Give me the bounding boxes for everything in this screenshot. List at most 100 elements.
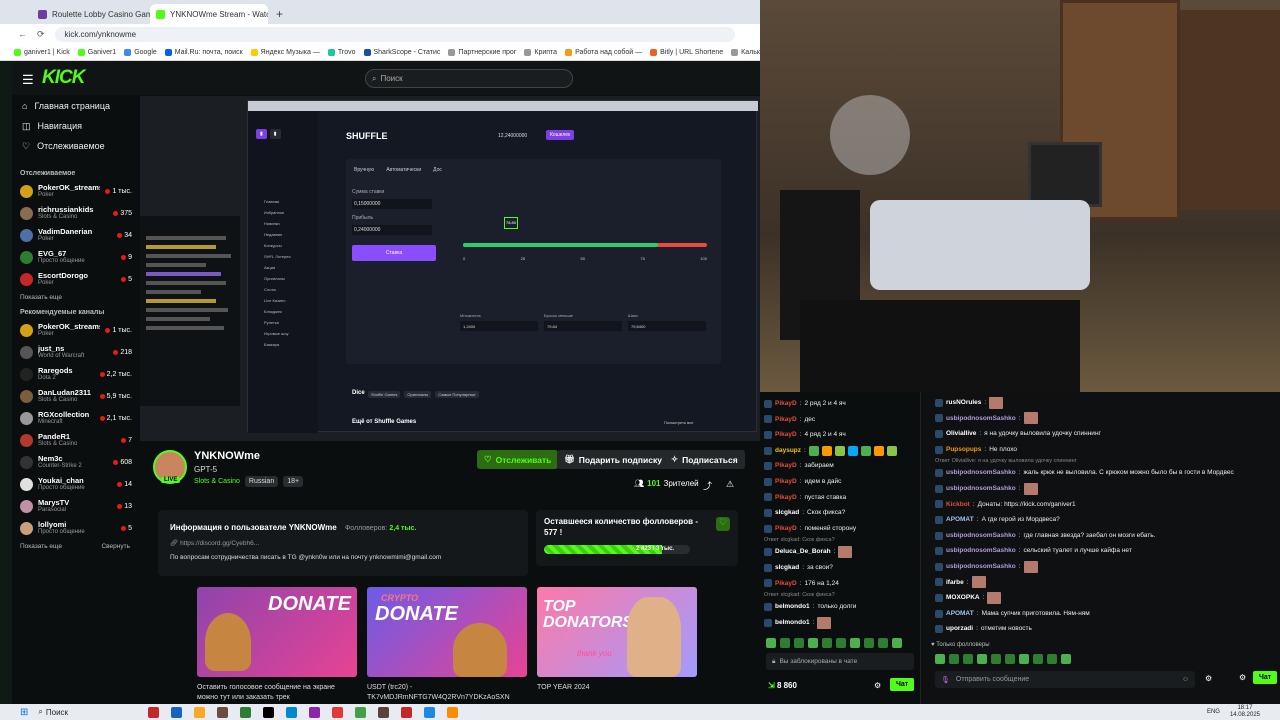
taskbar-app-icon[interactable]	[148, 706, 160, 718]
chat-username[interactable]: daysupz	[775, 443, 801, 459]
taskbar-app-icon[interactable]	[309, 706, 321, 718]
bookmark-item[interactable]: Mail.Ru: почта, поиск	[164, 48, 243, 56]
channel-list-item[interactable]: PokerOK_streams Poker 1 тыс.	[12, 319, 140, 341]
emote-icon[interactable]	[780, 638, 790, 648]
nav-home[interactable]: ⌂ Главная страница	[12, 96, 140, 116]
bookmark-item[interactable]: Google	[124, 48, 157, 56]
taskbar-app-icon[interactable]	[424, 706, 436, 718]
taskbar-search[interactable]: ⌕ Поиск	[38, 707, 138, 717]
emote-icon[interactable]	[766, 638, 776, 648]
gear-icon[interactable]: ⚙	[1239, 673, 1246, 682]
channel-list-item[interactable]: PandeR1 Slots & Casino 7	[12, 429, 140, 451]
channel-name[interactable]: YNKNOWme	[194, 450, 260, 462]
kick-logo[interactable]: KICK	[42, 67, 85, 89]
bookmark-item[interactable]: Ganiver1	[77, 48, 116, 56]
chat-settings-icon[interactable]: ⚙	[1205, 674, 1212, 683]
channel-list-item[interactable]: Nem3c Counter-Strike 2 608	[12, 451, 140, 473]
chat-username[interactable]: PikayD	[775, 474, 797, 490]
chat-send-button[interactable]: Чат	[890, 678, 915, 691]
report-icon[interactable]: ⚠	[726, 479, 734, 490]
emote-icon[interactable]	[949, 654, 959, 664]
search-input[interactable]: ⌕ Поиск	[365, 69, 573, 88]
chat-username[interactable]: PikayD	[775, 427, 797, 443]
language-indicator[interactable]: ENG	[1207, 709, 1220, 715]
panel-donate-crypto[interactable]: CRYPTO DONATE	[367, 587, 527, 677]
channel-list-item[interactable]: DanLudan2311 Slots & Casino 5,9 тыс.	[12, 385, 140, 407]
taskbar-app-icon[interactable]	[263, 706, 275, 718]
bookmark-item[interactable]: Работа над собой —	[565, 48, 642, 56]
nav-following[interactable]: ♡ Отслеживаемое	[12, 136, 140, 156]
channel-list-item[interactable]: Raregods Dota 2 2,2 тыс.	[12, 363, 140, 385]
chat-username[interactable]: АРОМАТ	[946, 512, 974, 528]
chat-username[interactable]: ifarbe	[946, 575, 964, 591]
gift-sub-button[interactable]: 🎁︎ Подарить подписку	[557, 450, 669, 469]
emote-icon[interactable]	[794, 638, 804, 648]
taskbar-app-icon[interactable]	[332, 706, 344, 718]
taskbar-app-icon[interactable]	[378, 706, 390, 718]
channel-points[interactable]: ⇲ 8 860	[768, 681, 797, 690]
browser-tab-kick[interactable]: YNKNOWme Stream - Watch ✕	[150, 4, 268, 24]
chat-username[interactable]: slcgkad	[775, 505, 799, 521]
menu-icon[interactable]: ☰	[22, 72, 34, 88]
bookmark-item[interactable]: SharkScope - Статис	[363, 48, 440, 56]
emote-icon[interactable]	[864, 638, 874, 648]
discord-link[interactable]: 🔗︎ https://discord.gg/Cyebh6...	[170, 539, 259, 547]
emote-icon[interactable]	[1047, 654, 1057, 664]
chat-send-button-right[interactable]: Чат	[1253, 671, 1278, 684]
channel-list-item[interactable]: VadimDanerian Poker 34	[12, 224, 140, 246]
chat-username[interactable]: PikayD	[775, 521, 797, 537]
chat-username[interactable]: PikayD	[775, 490, 797, 506]
chat-username[interactable]: АРОМАТ	[946, 606, 974, 622]
emote-icon[interactable]	[836, 638, 846, 648]
taskbar-app-icon[interactable]	[171, 706, 183, 718]
emote-icon[interactable]	[935, 654, 945, 664]
chat-username[interactable]: MOXOPKA	[946, 590, 980, 606]
chat-username[interactable]: PikayD	[775, 458, 797, 474]
taskbar-app-icon[interactable]	[240, 706, 252, 718]
panel-top-donators[interactable]: TOP DONATORS thank you	[537, 587, 697, 677]
emote-icon[interactable]	[878, 638, 888, 648]
bookmark-item[interactable]: Bitly | URL Shortene	[650, 48, 723, 56]
emote-icon[interactable]	[808, 638, 818, 648]
emote-icon[interactable]	[892, 638, 902, 648]
channel-list-item[interactable]: PokerOK_streams Poker 1 тыс.	[12, 180, 140, 202]
channel-list-item[interactable]: RGXcollection Minecraft 2,1 тыс.	[12, 407, 140, 429]
chat-username[interactable]: usbipodnosomSashko	[946, 465, 1016, 481]
windows-start-icon[interactable]: ⊞	[20, 707, 28, 718]
back-icon[interactable]: ←	[18, 29, 27, 39]
bookmark-item[interactable]: ganiver1 | Kick	[14, 48, 70, 56]
channel-list-item[interactable]: EVG_67 Просто общение 9	[12, 246, 140, 268]
emote-icon[interactable]	[822, 638, 832, 648]
bookmark-item[interactable]: Партнерские прог	[448, 48, 516, 56]
bookmark-item[interactable]: Крипта	[524, 48, 557, 56]
chat-username[interactable]: Oliviallive	[946, 426, 976, 442]
channel-list-item[interactable]: EscortDorogo Poker 5	[12, 268, 140, 290]
channel-list-item[interactable]: just_ns World of Warcraft 218	[12, 341, 140, 363]
nav-browse[interactable]: ◫ Навигация	[12, 116, 140, 136]
channel-list-item[interactable]: Youkai_chan Просто общение 14	[12, 473, 140, 495]
emote-icon[interactable]	[1033, 654, 1043, 664]
url-field[interactable]: kick.com/ynknowme	[54, 26, 735, 42]
chat-username[interactable]: rusNOrules	[946, 395, 981, 411]
chat-username[interactable]: belmondo1	[775, 615, 810, 631]
emote-icon[interactable]	[991, 654, 1001, 664]
bookmark-item[interactable]: Калькулятор	[731, 48, 760, 56]
sidebar-collapse[interactable]: Свернуть	[101, 543, 130, 550]
chat-username[interactable]: slcgkad	[775, 560, 799, 576]
clock[interactable]: 18:17 14.08.2025	[1230, 705, 1260, 719]
emote-icon[interactable]	[850, 638, 860, 648]
emote-icon[interactable]	[977, 654, 987, 664]
chat-username[interactable]: PikayD	[775, 396, 797, 412]
chat-username[interactable]: usbipodnosomSashko	[946, 528, 1016, 544]
tag-language[interactable]: Russian	[244, 476, 279, 487]
taskbar-app-icon[interactable]	[217, 706, 229, 718]
chat-username[interactable]: usbipodnosomSashko	[946, 559, 1016, 575]
taskbar-app-icon[interactable]	[355, 706, 367, 718]
taskbar-app-icon[interactable]	[194, 706, 206, 718]
panel-donate-voice[interactable]: DONATE	[197, 587, 357, 677]
channel-list-item[interactable]: MarysTV Parasocial 13	[12, 495, 140, 517]
subscribe-button[interactable]: ✧ Подписаться	[664, 450, 745, 469]
bookmark-item[interactable]: Trovo	[327, 48, 356, 56]
chat-message-input[interactable]: 🎙︎ Отправить сообщение ☺	[935, 671, 1195, 688]
taskbar-app-icon[interactable]	[447, 706, 459, 718]
